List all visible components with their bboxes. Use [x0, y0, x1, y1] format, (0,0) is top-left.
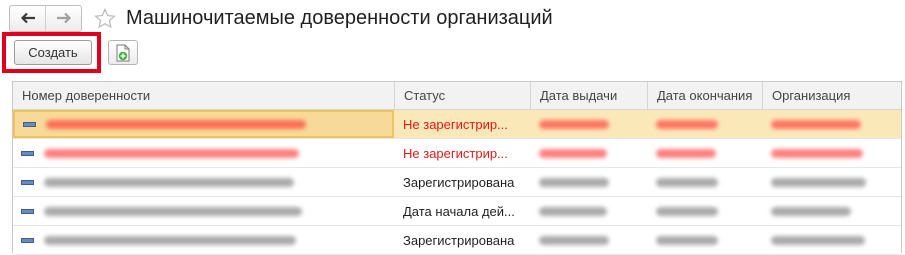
- document-add-icon: [116, 44, 130, 61]
- redacted-text: [539, 206, 607, 216]
- cell-number[interactable]: [13, 139, 394, 167]
- back-button[interactable]: [10, 6, 45, 31]
- cell-issue-date[interactable]: [530, 168, 647, 196]
- cell-status[interactable]: Не зарегистрир...: [394, 110, 530, 138]
- cell-organization[interactable]: [762, 110, 901, 138]
- cell-end-date[interactable]: [647, 197, 762, 225]
- cell-number[interactable]: [13, 226, 394, 254]
- cell-end-date[interactable]: [647, 168, 762, 196]
- cell-status[interactable]: Не зарегистрир...: [394, 139, 530, 167]
- proxies-table: Номер доверенности Статус Дата выдачи Да…: [12, 81, 902, 255]
- cell-issue-date[interactable]: [530, 226, 647, 254]
- column-header-status[interactable]: Статус: [394, 82, 530, 109]
- cell-status[interactable]: Зарегистрирована: [394, 226, 530, 254]
- table-row[interactable]: Не зарегистрир...: [13, 139, 901, 168]
- arrow-left-icon: [20, 12, 35, 24]
- cell-number[interactable]: [13, 168, 394, 196]
- page-title: Машиночитаемые доверенности организаций: [126, 6, 553, 29]
- table-row[interactable]: Дата начала дей...: [13, 197, 901, 226]
- column-header-organization[interactable]: Организация: [762, 82, 901, 109]
- table-row[interactable]: Не зарегистрир...: [13, 110, 901, 139]
- redacted-text: [656, 119, 718, 129]
- redacted-text: [656, 206, 718, 216]
- redacted-text: [46, 119, 306, 129]
- cell-organization[interactable]: [762, 197, 901, 225]
- add-document-button[interactable]: [108, 40, 138, 65]
- document-icon: [21, 237, 34, 243]
- column-header-issue-date[interactable]: Дата выдачи: [530, 82, 647, 109]
- cell-organization[interactable]: [762, 226, 901, 254]
- favorite-button[interactable]: [94, 7, 116, 29]
- create-button[interactable]: Создать: [14, 40, 92, 65]
- cell-end-date[interactable]: [647, 226, 762, 254]
- redacted-text: [771, 235, 865, 245]
- cell-number[interactable]: [13, 197, 394, 225]
- redacted-text: [44, 148, 299, 158]
- redacted-text: [539, 148, 607, 158]
- cell-organization[interactable]: [762, 168, 901, 196]
- document-icon: [21, 208, 34, 214]
- navigation-buttons: [9, 4, 82, 32]
- redacted-text: [656, 235, 718, 245]
- cell-number[interactable]: [13, 110, 394, 138]
- cell-end-date[interactable]: [647, 110, 762, 138]
- document-icon: [23, 121, 36, 127]
- redacted-text: [539, 119, 609, 129]
- arrow-right-icon: [56, 12, 71, 24]
- column-header-end-date[interactable]: Дата окончания: [647, 82, 762, 109]
- redacted-text: [771, 119, 861, 129]
- redacted-text: [656, 148, 716, 158]
- cell-issue-date[interactable]: [530, 139, 647, 167]
- redacted-text: [539, 235, 609, 245]
- redacted-text: [771, 148, 863, 158]
- cell-issue-date[interactable]: [530, 197, 647, 225]
- table-row[interactable]: Зарегистрирована: [13, 168, 901, 197]
- cell-end-date[interactable]: [647, 139, 762, 167]
- redacted-text: [44, 177, 294, 187]
- document-icon: [21, 150, 34, 156]
- redacted-text: [539, 177, 609, 187]
- cell-status[interactable]: Зарегистрирована: [394, 168, 530, 196]
- cell-status[interactable]: Дата начала дей...: [394, 197, 530, 225]
- redacted-text: [656, 177, 718, 187]
- star-icon: [94, 7, 116, 28]
- table-header: Номер доверенности Статус Дата выдачи Да…: [13, 82, 901, 110]
- cell-issue-date[interactable]: [530, 110, 647, 138]
- redacted-text: [771, 177, 866, 187]
- document-icon: [21, 179, 34, 185]
- column-header-number[interactable]: Номер доверенности: [13, 82, 394, 109]
- table-row[interactable]: Зарегистрирована: [13, 226, 901, 255]
- redacted-text: [44, 235, 296, 245]
- cell-organization[interactable]: [762, 139, 901, 167]
- forward-button[interactable]: [45, 5, 81, 31]
- title-bar: Машиночитаемые доверенности организаций: [9, 4, 553, 32]
- redacted-text: [771, 206, 851, 216]
- redacted-text: [44, 206, 302, 216]
